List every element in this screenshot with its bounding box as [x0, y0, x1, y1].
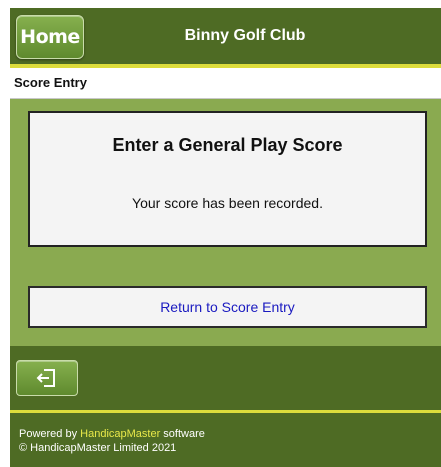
- powered-by-line: Powered by HandicapMaster software: [19, 428, 205, 440]
- section-title: Score Entry: [14, 75, 87, 90]
- powered-by-prefix: Powered by: [19, 428, 81, 440]
- panel-heading: Enter a General Play Score: [112, 135, 343, 155]
- club-title: Binny Golf Club: [184, 27, 306, 44]
- credits-footer: Powered by HandicapMaster software © Han…: [10, 413, 441, 467]
- home-button[interactable]: Home: [16, 15, 84, 59]
- exit-button[interactable]: [16, 360, 78, 396]
- message-panel: Enter a General Play Score Your score ha…: [28, 111, 427, 247]
- return-to-score-entry-button[interactable]: Return to Score Entry: [28, 286, 427, 328]
- handicapmaster-link[interactable]: HandicapMaster: [80, 428, 160, 440]
- copyright-text: © HandicapMaster Limited 2021: [19, 442, 177, 454]
- confirmation-message: Your score has been recorded.: [132, 195, 323, 211]
- app-frame: Home Binny Golf Club Score Entry Enter a…: [10, 8, 441, 467]
- powered-by-suffix: software: [160, 428, 205, 440]
- footer-nav: [10, 346, 441, 410]
- app-header: Home Binny Golf Club: [10, 8, 441, 64]
- logout-icon: [36, 369, 55, 387]
- section-bar: Score Entry: [10, 68, 441, 99]
